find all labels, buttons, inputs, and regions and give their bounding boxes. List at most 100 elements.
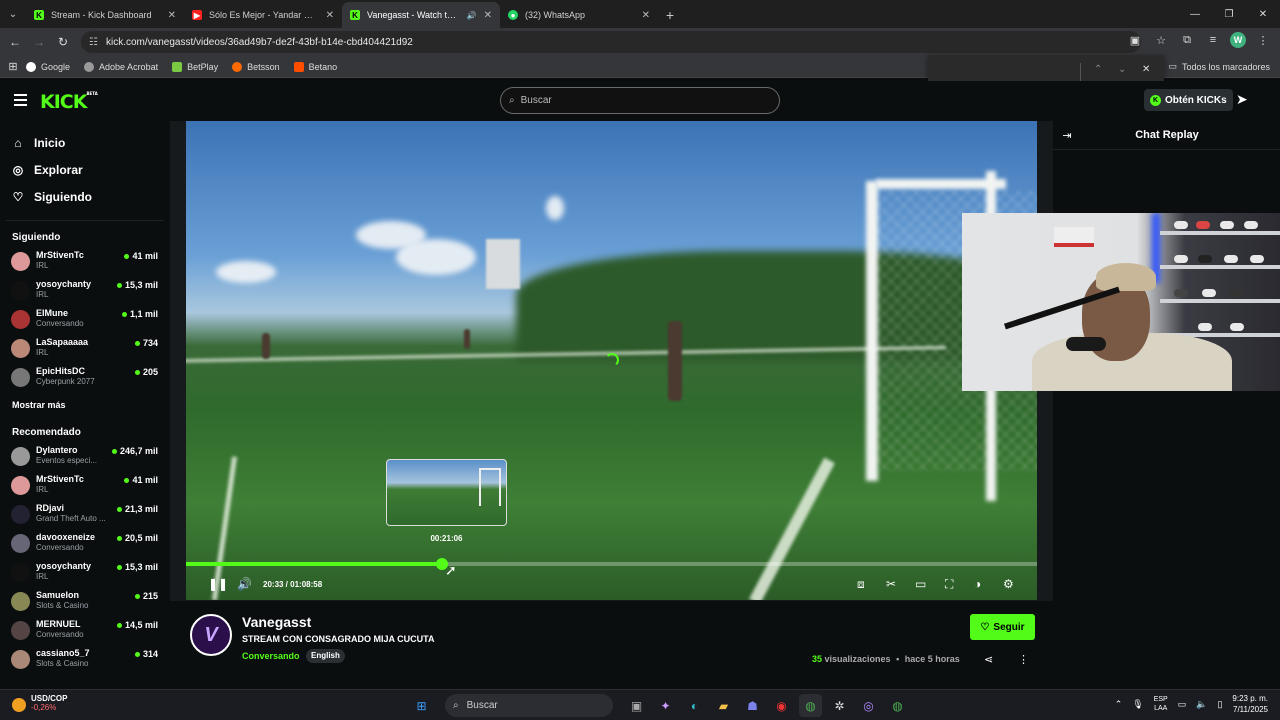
miniplayer-icon[interactable]: ⧈	[857, 577, 865, 592]
app-gear-icon[interactable]: ✲	[828, 694, 851, 717]
collapse-chat-icon[interactable]: ⇥	[1054, 129, 1080, 142]
chrome-icon[interactable]: ◍	[799, 694, 822, 717]
menu-kebab-icon[interactable]: ⋮	[1254, 34, 1272, 47]
settings-gear-icon[interactable]: ⚙	[1003, 577, 1014, 591]
list-item[interactable]: yosoychanty IRL 15,3 mil	[0, 276, 170, 305]
list-item[interactable]: davooxeneize Conversando 20,5 mil	[0, 529, 170, 558]
list-item[interactable]: RDjavi Grand Theft Auto ... 21,3 mil	[0, 500, 170, 529]
app-red-icon[interactable]: ◉	[770, 694, 793, 717]
bookmark-star-icon[interactable]: ☆	[1152, 34, 1170, 47]
tab-vanegasst-vod[interactable]: K Vanegasst - Watch the VOD 🔊 ✕	[342, 2, 500, 28]
list-item[interactable]: ElMune Conversando 1,1 mil	[0, 305, 170, 334]
get-kicks-button[interactable]: K Obtén KICKs	[1144, 89, 1233, 111]
more-options-icon[interactable]: ⋮	[1018, 653, 1029, 666]
language-tag[interactable]: English	[306, 649, 345, 663]
viewer-count: 15,3 mil	[116, 562, 158, 572]
edge-icon[interactable]: ◐	[683, 694, 706, 717]
viewer-count-text: 41 mil	[132, 475, 158, 485]
tab-search-button[interactable]: ⌄	[0, 0, 26, 28]
list-item[interactable]: MERNUEL Conversando 14,5 mil	[0, 616, 170, 645]
list-item[interactable]: EpicHitsDC Cyberpunk 2077 205	[0, 363, 170, 392]
forward-icon[interactable]: →	[27, 35, 51, 49]
reload-icon[interactable]: ↻	[51, 35, 75, 49]
extensions-icon[interactable]: ⧉	[1178, 34, 1196, 47]
teams-icon[interactable]: ☗	[741, 694, 764, 717]
bookmark-adobe-acrobat[interactable]: Adobe Acrobat	[84, 61, 158, 72]
list-item[interactable]: cassiano5_7 Slots & Casino 314	[0, 645, 170, 674]
theater-mode-icon[interactable]: ▭	[915, 577, 926, 591]
close-window-icon[interactable]: ✕	[1246, 0, 1280, 28]
battery-icon[interactable]: ▯	[1217, 699, 1222, 710]
taskbar-search[interactable]: ⌕ Buscar	[445, 694, 613, 717]
fullscreen-icon[interactable]: ⛶	[945, 577, 953, 592]
progress-bar[interactable]	[186, 558, 1037, 570]
sidebar-item-inicio[interactable]: ⌂ Inicio	[0, 129, 170, 156]
system-tray: ⌃ 🎙 ESP LAA ▭ 🔈 ▯ 9:23 p. m. 7/11/2025	[1115, 693, 1268, 715]
list-item[interactable]: Dylantero Eventos especi... 246,7 mil	[0, 442, 170, 471]
app-purple-icon[interactable]: ◎	[857, 694, 880, 717]
pause-icon[interactable]: ❚❚	[208, 577, 228, 591]
paper-plane-icon[interactable]: ➤	[1236, 91, 1248, 108]
close-icon[interactable]: ✕	[484, 10, 492, 21]
page-action-icon[interactable]: ▣	[1126, 34, 1144, 47]
tab-whatsapp[interactable]: ● (32) WhatsApp ✕	[500, 2, 658, 28]
ticker-widget[interactable]: USD/COP -0,26%	[12, 694, 67, 712]
bookmark-betsson[interactable]: Betsson	[232, 61, 280, 72]
apps-grid-icon[interactable]: ⊞	[0, 60, 26, 73]
bookmark-betplay[interactable]: BetPlay	[172, 61, 218, 72]
language-indicator[interactable]: ESP LAA	[1154, 695, 1168, 713]
list-item[interactable]: LaSapaaaaa IRL 734	[0, 334, 170, 363]
follow-button[interactable]: ♡ Seguir	[970, 614, 1035, 640]
close-icon[interactable]: ✕	[168, 10, 176, 21]
copilot-icon[interactable]: ✦	[654, 694, 677, 717]
tab-kick-dashboard[interactable]: K Stream - Kick Dashboard ✕	[26, 2, 184, 28]
hamburger-menu-icon[interactable]	[14, 94, 27, 109]
list-item[interactable]: Samuelon Slots & Casino 215	[0, 587, 170, 616]
back-icon[interactable]: ←	[3, 35, 27, 49]
list-item[interactable]: MrStivenTc IRL 41 mil	[0, 471, 170, 500]
globe-icon	[84, 61, 95, 72]
channel-name[interactable]: Vanegasst	[242, 614, 311, 630]
speaker-icon[interactable]: 🔊	[467, 11, 477, 20]
clip-icon[interactable]: ✂	[886, 577, 896, 591]
list-item[interactable]: yosoychanty IRL 15,3 mil	[0, 558, 170, 587]
media-control-icon[interactable]: ≡	[1204, 34, 1222, 46]
speaker-icon[interactable]: 🔈	[1196, 699, 1207, 710]
bookmark-betano[interactable]: Betano	[293, 61, 337, 72]
volume-icon[interactable]: 🔊	[237, 577, 252, 591]
sidebar-item-siguiendo[interactable]: ♡ Siguiendo	[0, 183, 170, 210]
video-frame[interactable]	[186, 121, 1037, 600]
avatar[interactable]: V	[190, 614, 232, 656]
new-tab-button[interactable]: +	[658, 2, 682, 28]
profile-avatar[interactable]: W	[1230, 32, 1246, 48]
file-explorer-icon[interactable]: ▰	[712, 694, 735, 717]
kick-logo[interactable]: KICKBETA	[40, 91, 98, 113]
task-view-icon[interactable]: ▣	[625, 694, 648, 717]
chevron-up-icon[interactable]: ⌃	[1115, 699, 1123, 710]
restore-icon[interactable]: ❐	[1212, 0, 1246, 28]
list-item[interactable]: MrStivenTc IRL 41 mil	[0, 247, 170, 276]
playback-speed-icon[interactable]: ◑	[974, 577, 981, 591]
find-close-icon[interactable]: ✕	[1142, 64, 1150, 75]
find-next-icon[interactable]: ⌄	[1118, 64, 1126, 75]
minimize-icon[interactable]: —	[1178, 0, 1212, 28]
share-icon[interactable]: ⋖	[984, 653, 993, 666]
network-icon[interactable]: ▭	[1178, 699, 1187, 710]
windows-start-icon[interactable]: ⊞	[410, 694, 433, 717]
taskbar-search-placeholder: Buscar	[466, 700, 498, 711]
tab-youtube[interactable]: ▶ Sólo Es Mejor - Yandar & Yostin ✕	[184, 2, 342, 28]
site-info-icon[interactable]: ☷	[89, 37, 98, 48]
chrome-alt-icon[interactable]: ◍	[886, 694, 909, 717]
microphone-icon[interactable]: 🎙	[1132, 699, 1143, 710]
close-icon[interactable]: ✕	[642, 10, 650, 21]
bookmark-google[interactable]: Google	[26, 61, 70, 72]
clock[interactable]: 9:23 p. m. 7/11/2025	[1232, 693, 1268, 715]
find-previous-icon[interactable]: ⌃	[1094, 64, 1102, 75]
sidebar-item-explorar[interactable]: ◎ Explorar	[0, 156, 170, 183]
url-field[interactable]: ☷ kick.com/vanegasst/videos/36ad49b7-de2…	[81, 31, 1141, 53]
category-link[interactable]: Conversando	[242, 651, 300, 661]
search-input[interactable]: ⌕ Buscar	[500, 87, 780, 114]
all-bookmarks[interactable]: ▭ Todos los marcadores	[1168, 61, 1270, 72]
show-more-button[interactable]: Mostrar más	[0, 394, 170, 416]
close-icon[interactable]: ✕	[326, 10, 334, 21]
